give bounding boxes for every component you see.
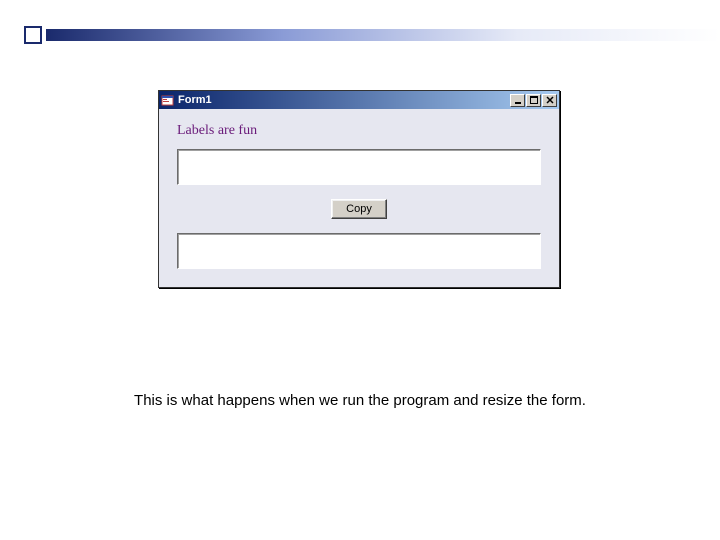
- close-icon: [546, 96, 554, 104]
- maximize-icon: [530, 96, 538, 104]
- minimize-button[interactable]: [510, 94, 525, 107]
- slide-bullet-square: [24, 26, 42, 44]
- textbox-2[interactable]: [177, 233, 541, 269]
- copy-button[interactable]: Copy: [331, 199, 387, 219]
- close-button[interactable]: [542, 94, 557, 107]
- textbox-1[interactable]: [177, 149, 541, 185]
- slide-caption: This is what happens when we run the pro…: [0, 392, 720, 409]
- maximize-button[interactable]: [526, 94, 541, 107]
- button-row: Copy: [177, 199, 541, 219]
- minimize-icon: [514, 96, 522, 104]
- form-client-area: Labels are fun Copy: [159, 109, 559, 287]
- window-controls: [509, 94, 557, 107]
- slide-header-bar: [46, 29, 720, 41]
- window-title: Form1: [178, 94, 509, 106]
- form-system-icon: [161, 94, 174, 107]
- titlebar[interactable]: Form1: [159, 91, 559, 109]
- label-control: Labels are fun: [177, 123, 541, 139]
- form-window: Form1 Labels are fun Copy: [158, 90, 560, 288]
- slide-header-gap: [46, 41, 720, 43]
